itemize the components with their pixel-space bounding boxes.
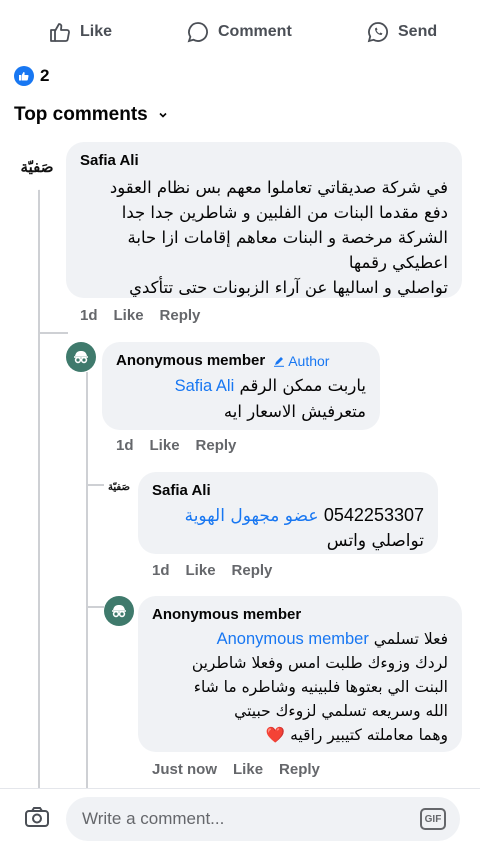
author-badge: Author — [273, 353, 329, 369]
comment-meta: 1d Like Reply — [80, 307, 200, 324]
comment-like-button[interactable]: Like — [150, 437, 180, 454]
comment-time: 1d — [80, 307, 98, 324]
comment-line: تواصلي واتس — [326, 531, 424, 551]
thumbs-up-icon — [50, 23, 70, 42]
avatar-calligraphy: صَفيّة — [108, 481, 130, 493]
comment-line: ياربت ممكن الرقم Safia Ali — [116, 373, 366, 399]
comment-author[interactable]: Anonymous member — [116, 352, 265, 369]
comment-line: الشركة مرخصة و البنات معاهم إقامات ازا ح… — [127, 228, 448, 247]
comment-meta: Just now Like Reply — [152, 761, 320, 778]
anonymous-avatar[interactable] — [66, 342, 96, 372]
avatar[interactable]: صَفيّة — [104, 472, 134, 502]
comment-bubble: Anonymous member فعلا تسلمي Anonymous me… — [138, 596, 462, 752]
comment-line: في شركة صديقاتي تعاملوا معهم بس نظام الع… — [109, 178, 448, 197]
sort-label: Top comments — [14, 104, 148, 125]
comment-text: ياربت ممكن الرقم Safia Ali متعرفيش الاسع… — [116, 373, 366, 424]
comment-author[interactable]: Anonymous member — [152, 606, 448, 623]
comment-button[interactable]: Comment — [186, 20, 292, 44]
comment-text: 0542253307 عضو مجهول الهوية تواصلي واتس — [152, 503, 424, 554]
comment-bubble: Safia Ali 0542253307 عضو مجهول الهوية تو… — [138, 472, 438, 554]
like-label: Like — [80, 23, 113, 40]
comment-reply-button[interactable]: Reply — [160, 307, 201, 324]
anonymous-avatar[interactable] — [104, 596, 134, 626]
pencil-icon — [274, 356, 285, 367]
mention-link[interactable]: عضو مجهول الهوية — [185, 506, 319, 526]
camera-button[interactable] — [24, 805, 50, 834]
avatar-calligraphy: صَفيّة — [20, 158, 54, 176]
comment-composer: Write a comment... GIF — [0, 788, 480, 853]
reaction-count: 2 — [40, 66, 50, 85]
thread-connector — [38, 332, 68, 334]
comment-input-placeholder: Write a comment... — [82, 809, 225, 828]
heart-emoji-icon: ❤️ — [265, 726, 286, 744]
thread-line-reply — [86, 372, 88, 788]
comment-author[interactable]: Safia Ali — [152, 482, 424, 499]
comment-reply-button[interactable]: Reply — [232, 562, 273, 579]
gif-button[interactable]: GIF — [420, 808, 446, 830]
comment-reply-button[interactable]: Reply — [279, 761, 320, 778]
comment-reply-button[interactable]: Reply — [196, 437, 237, 454]
whatsapp-icon — [367, 22, 388, 43]
chevron-down-icon — [159, 112, 167, 118]
comment-bubble: Anonymous member Author ياربت ممكن الرقم… — [102, 342, 380, 430]
comment-label: Comment — [218, 23, 292, 40]
send-button[interactable]: Send — [366, 20, 437, 44]
comment-meta: 1d Like Reply — [116, 437, 236, 454]
anonymous-icon — [74, 351, 88, 364]
comment-line: تواصلي و اساليها عن آراء الزبونات حتى تت… — [129, 278, 448, 297]
comment-text: في شركة صديقاتي تعاملوا معهم بس نظام الع… — [80, 175, 448, 300]
mention-link[interactable]: Anonymous member — [217, 630, 369, 648]
reaction-summary[interactable]: 2 — [14, 66, 49, 86]
like-reaction-icon — [14, 66, 34, 86]
comment-time: Just now — [152, 761, 218, 778]
comment-author-row: Anonymous member Author — [116, 352, 366, 369]
comment-input[interactable]: Write a comment... GIF — [66, 797, 460, 841]
avatar[interactable]: صَفيّة — [14, 144, 60, 190]
comment-line: فعلا تسلمي Anonymous member — [152, 627, 448, 651]
author-badge-label: Author — [288, 352, 330, 369]
thread-line-main — [38, 188, 40, 788]
thread-connector — [86, 606, 104, 608]
comment-meta: 1d Like Reply — [152, 562, 272, 579]
comment-like-button[interactable]: Like — [114, 307, 144, 324]
like-button[interactable]: Like — [48, 20, 112, 44]
comment-line: الله وسريعه تسلمي لزوءك حبيتي — [234, 702, 448, 720]
comment-time: 1d — [152, 562, 170, 579]
comment-line: اعطيكي رقمها — [348, 253, 448, 272]
mention-link[interactable]: Safia Ali — [175, 377, 235, 395]
comment-line: لردك وزوءك طلبت امس وفعلا شاطرين — [191, 654, 448, 672]
comment-text: فعلا تسلمي Anonymous member لردك وزوءك ط… — [152, 627, 448, 747]
comment-line: البنت الي بعتوها فلبينيه وشاطره ما شاء — [193, 678, 448, 696]
thread-connector — [86, 484, 104, 486]
phone-number: 0542253307 — [323, 505, 424, 525]
post-action-bar: Like Comment Send — [0, 14, 480, 54]
comment-line: 0542253307 عضو مجهول الهوية — [152, 503, 424, 529]
comment-author[interactable]: Safia Ali — [80, 152, 448, 169]
comment-line: متعرفيش الاسعار ايه — [223, 402, 366, 421]
sort-dropdown[interactable]: Top comments — [14, 104, 168, 126]
comment-line-text: ياربت ممكن الرقم — [239, 376, 366, 395]
comment-line-text: فعلا تسلمي — [373, 630, 448, 648]
comment-bubble: Safia Ali في شركة صديقاتي تعاملوا معهم ب… — [66, 142, 462, 298]
speech-bubble-icon — [187, 22, 208, 43]
comment-like-button[interactable]: Like — [233, 761, 263, 778]
comment-time: 1d — [116, 437, 134, 454]
comment-line: دفع مقدما البنات من الفلبين و شاطرين جدا… — [121, 203, 448, 222]
comment-line-text: وهما معاملته كتيبير راقيه — [290, 726, 448, 744]
comment-like-button[interactable]: Like — [186, 562, 216, 579]
anonymous-icon — [112, 605, 126, 618]
send-label: Send — [398, 23, 438, 40]
comment-line: وهما معاملته كتيبير راقيه ❤️ — [152, 723, 448, 747]
camera-icon — [25, 807, 49, 827]
